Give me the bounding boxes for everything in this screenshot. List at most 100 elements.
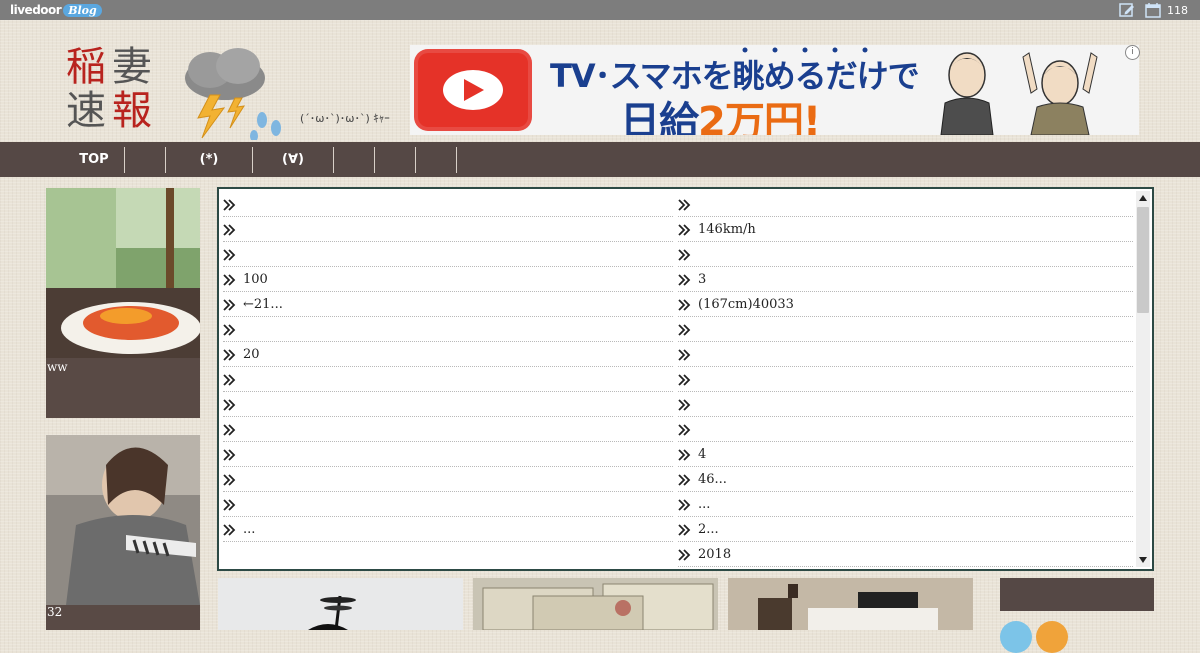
double-chevron-icon	[678, 198, 692, 211]
nav-item-top[interactable]: TOP	[64, 146, 125, 173]
link-list-item[interactable]	[678, 368, 1133, 392]
link-list-item[interactable]: 2018	[678, 543, 1133, 567]
top-right-tools: 118	[1119, 2, 1188, 18]
double-chevron-icon	[223, 423, 237, 436]
rss-feed-icon[interactable]	[1036, 621, 1068, 653]
calendar-icon[interactable]	[1145, 2, 1161, 18]
double-chevron-icon	[223, 223, 237, 236]
double-chevron-icon	[223, 448, 237, 461]
link-list-item[interactable]: 20	[223, 343, 673, 367]
link-list-item-text: 20	[243, 347, 260, 362]
link-list-item[interactable]	[223, 243, 673, 267]
scroll-up-arrow-icon[interactable]	[1136, 191, 1150, 205]
nav-item-2[interactable]	[125, 146, 166, 173]
link-list-item-text: 100	[243, 272, 268, 287]
double-chevron-icon	[223, 323, 237, 336]
kaomoji-text: (´･ω･`)･ω･`) ｷｬｰ	[300, 112, 390, 125]
double-chevron-icon	[223, 523, 237, 536]
double-chevron-icon	[678, 373, 692, 386]
article-thumbnail[interactable]	[473, 578, 718, 630]
nav-item-7[interactable]	[416, 146, 457, 173]
double-chevron-icon	[223, 398, 237, 411]
link-list-item[interactable]	[678, 193, 1133, 217]
link-list-item-text: 4	[698, 447, 707, 462]
link-list-item-text: 2018	[698, 547, 732, 562]
double-chevron-icon	[678, 323, 692, 336]
link-list-item[interactable]	[678, 418, 1133, 442]
ad-info-icon[interactable]: i	[1125, 45, 1140, 60]
nav-item-5[interactable]	[334, 146, 375, 173]
site-logo[interactable]: 稲 妻 速 報	[66, 45, 166, 137]
nav-item-4[interactable]: (∀)	[253, 146, 334, 173]
double-chevron-icon	[678, 523, 692, 536]
double-chevron-icon	[678, 248, 692, 261]
link-list-item[interactable]: 46...	[678, 468, 1133, 492]
link-list-item[interactable]: 100	[223, 268, 673, 292]
double-chevron-icon	[223, 298, 237, 311]
link-list-item[interactable]	[223, 443, 673, 467]
link-list-item[interactable]: (167cm)40033	[678, 293, 1133, 317]
brand-livedoor: livedoor	[10, 3, 62, 17]
sidebar-card-caption: 32	[47, 605, 63, 619]
link-list-item[interactable]	[223, 493, 673, 517]
logo-char-3: 速	[66, 88, 106, 134]
woman-photo-image	[46, 435, 200, 605]
link-list-item[interactable]: 2...	[678, 518, 1133, 542]
edit-icon[interactable]	[1119, 2, 1135, 18]
food-photo-image	[46, 188, 200, 358]
nav-item-6[interactable]	[375, 146, 416, 173]
link-list-item[interactable]: 4	[678, 443, 1133, 467]
ad-sub-highlight: 2万円!	[698, 99, 821, 135]
person-illustration-icon	[935, 49, 999, 135]
double-chevron-icon	[223, 198, 237, 211]
link-list-item[interactable]: ...	[223, 518, 673, 542]
double-chevron-icon	[678, 423, 692, 436]
link-list-item[interactable]	[223, 468, 673, 492]
link-list-item[interactable]	[223, 393, 673, 417]
sidebar-article-card[interactable]: ww	[46, 188, 200, 418]
double-chevron-icon	[678, 498, 692, 511]
right-sidebar-header	[1000, 578, 1154, 611]
logo-char-2: 妻	[112, 44, 152, 90]
thunder-cloud-icon	[180, 40, 290, 142]
double-chevron-icon	[223, 373, 237, 386]
link-list-item[interactable]: 146km/h	[678, 218, 1133, 242]
article-thumbnail[interactable]	[218, 578, 463, 630]
double-chevron-icon	[678, 273, 692, 286]
link-list-item[interactable]: ←21...	[223, 293, 673, 317]
link-list-item[interactable]	[678, 243, 1133, 267]
double-chevron-icon	[678, 348, 692, 361]
link-list-item-text: 146km/h	[698, 222, 756, 237]
link-list-panel[interactable]: 100 ←21... 20... 146km/h 3 (167cm)40033 4 46...…	[217, 187, 1154, 571]
ad-subline: 日給2万円!	[620, 89, 821, 135]
article-thumbnail[interactable]	[728, 578, 973, 630]
link-list-item[interactable]: ...	[678, 493, 1133, 517]
double-chevron-icon	[678, 448, 692, 461]
logo-char-4: 報	[112, 88, 152, 134]
social-share-icon[interactable]	[1000, 621, 1032, 653]
link-list-item[interactable]	[678, 318, 1133, 342]
link-list-item[interactable]	[223, 218, 673, 242]
ad-sub-prefix: 日給	[620, 99, 699, 135]
main-navigation: TOP (*) (∀)	[0, 142, 1200, 177]
double-chevron-icon	[223, 348, 237, 361]
top-bar: livedoor Blog 118	[0, 0, 1200, 20]
link-list-item[interactable]	[223, 368, 673, 392]
link-list-item[interactable]	[223, 193, 673, 217]
link-list-item[interactable]	[223, 418, 673, 442]
notification-count: 118	[1167, 3, 1188, 17]
link-list-item[interactable]	[678, 393, 1133, 417]
link-list-item-text: ...	[698, 497, 711, 512]
scroll-thumb[interactable]	[1137, 207, 1149, 313]
person-cheering-illustration-icon	[1015, 49, 1098, 135]
scrollbar[interactable]	[1136, 191, 1150, 567]
livedoor-blog-logo[interactable]: livedoor Blog	[10, 2, 102, 18]
double-chevron-icon	[223, 473, 237, 486]
scroll-down-arrow-icon[interactable]	[1136, 553, 1150, 567]
link-list-item[interactable]	[678, 343, 1133, 367]
link-list-item[interactable]	[223, 318, 673, 342]
nav-item-3[interactable]: (*)	[166, 146, 253, 173]
ad-banner[interactable]: TV･スマホを眺めるだけで 日給2万円!	[410, 45, 1139, 135]
link-list-item[interactable]: 3	[678, 268, 1133, 292]
sidebar-article-card[interactable]: 32	[46, 435, 200, 630]
